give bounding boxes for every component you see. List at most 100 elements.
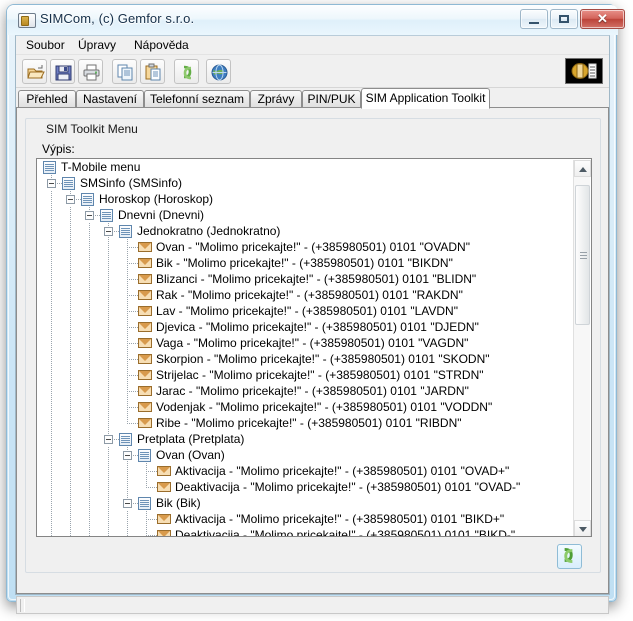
tree-guide-line [108, 351, 109, 367]
web-button[interactable] [206, 59, 231, 84]
tab-prehled[interactable]: Přehled [18, 90, 76, 108]
menu-node-icon [100, 209, 113, 222]
paste-icon [144, 63, 163, 82]
scroll-up-icon[interactable] [574, 160, 591, 177]
tree-row[interactable]: T-Mobile menu [37, 159, 575, 175]
save-button[interactable] [50, 59, 75, 84]
tree-guide-line [51, 463, 52, 479]
tree-row[interactable]: Jednokratno (Jednokratno) [37, 223, 575, 239]
sim-chip-icon [566, 59, 602, 83]
tree-row[interactable]: Vodenjak - "Molimo pricekajte!" - (+3859… [37, 399, 575, 415]
sms-envelope-icon [138, 306, 152, 316]
tree-expander-collapse-icon[interactable] [123, 499, 132, 508]
paste-button[interactable] [140, 59, 165, 84]
tree-row[interactable]: Pretplata (Pretplata) [37, 431, 575, 447]
sms-envelope-icon [157, 514, 171, 524]
tree-expander-collapse-icon[interactable] [123, 451, 132, 460]
tree-vertical-scrollbar[interactable] [573, 160, 590, 537]
tree-guide-line [127, 343, 138, 344]
tree-row-label: Lav - "Molimo pricekajte!" - (+385980501… [156, 303, 458, 319]
tree-guide-line [89, 447, 90, 463]
tree-guide-line [89, 287, 90, 303]
tree-guide-line [146, 479, 147, 487]
tree-guide-line [146, 487, 157, 488]
tree-guide-line [127, 479, 128, 495]
tree-guide-line [127, 423, 138, 424]
tree-guide-line [51, 479, 52, 495]
print-button[interactable] [78, 59, 103, 84]
tree-row[interactable]: SMSinfo (SMSinfo) [37, 175, 575, 191]
tree-row-label: Deaktivacija - "Molimo pricekajte!" - (+… [175, 479, 520, 495]
tree-guide-line [89, 223, 90, 239]
desktop-background: SIMCom, (c) Gemfor s.r.o. ✕ Soubor Úprav… [0, 0, 633, 621]
tree-guide-line [51, 447, 52, 463]
tree-row[interactable]: Horoskop (Horoskop) [37, 191, 575, 207]
tab-zpravy[interactable]: Zprávy [250, 90, 302, 108]
globe-icon [210, 63, 229, 82]
minimize-button[interactable] [520, 9, 548, 29]
tree-guide-line [70, 415, 71, 431]
tree-row[interactable]: Aktivacija - "Molimo pricekajte!" - (+38… [37, 511, 575, 527]
tree-row[interactable]: Lav - "Molimo pricekajte!" - (+385980501… [37, 303, 575, 319]
tree-guide-line [89, 527, 90, 536]
close-button[interactable]: ✕ [580, 9, 625, 29]
tree-row[interactable]: Bik (Bik) [37, 495, 575, 511]
tree-expander-collapse-icon[interactable] [85, 211, 94, 220]
tree-guide-line [127, 279, 138, 280]
tree-row-label: Horoskop (Horoskop) [99, 191, 213, 207]
tree-guide-line [70, 463, 71, 479]
tree-row[interactable]: Skorpion - "Molimo pricekajte!" - (+3859… [37, 351, 575, 367]
sms-envelope-icon [157, 530, 171, 536]
tree-guide-line [108, 335, 109, 351]
copy-button[interactable] [112, 59, 137, 84]
maximize-button[interactable] [550, 9, 578, 29]
tree-guide-line [51, 495, 52, 511]
tree-expander-collapse-icon[interactable] [47, 179, 56, 188]
tree-row[interactable]: Strijelac - "Molimo pricekajte!" - (+385… [37, 367, 575, 383]
tree-guide-line [127, 463, 128, 479]
tree-expander-collapse-icon[interactable] [66, 195, 75, 204]
tree-row[interactable]: Deaktivacija - "Molimo pricekajte!" - (+… [37, 527, 575, 536]
tree-guide-line [127, 311, 138, 312]
open-button[interactable] [22, 59, 47, 84]
tree-guide-line [51, 431, 52, 447]
tree-guide-line [70, 447, 71, 463]
tree-row[interactable]: Aktivacija - "Molimo pricekajte!" - (+38… [37, 463, 575, 479]
tab-strip: Přehled Nastavení Telefonní seznam Zpráv… [16, 88, 609, 108]
tree-row[interactable]: Ribe - "Molimo pricekajte!" - (+38598050… [37, 415, 575, 431]
scrollbar-thumb[interactable] [575, 185, 590, 325]
tab-pin-puk[interactable]: PIN/PUK [302, 90, 361, 108]
tree-row-label: Bik (Bik) [156, 495, 201, 511]
menu-upravy[interactable]: Úpravy [72, 38, 122, 53]
tab-nastaveni[interactable]: Nastavení [76, 90, 144, 108]
close-icon: ✕ [581, 10, 624, 28]
tree-row[interactable]: Jarac - "Molimo pricekajte!" - (+3859805… [37, 383, 575, 399]
refresh-button[interactable] [557, 544, 582, 569]
tree-row[interactable]: Blizanci - "Molimo pricekajte!" - (+3859… [37, 271, 575, 287]
tree-row[interactable]: Dnevni (Dnevni) [37, 207, 575, 223]
tree-row[interactable]: Deaktivacija - "Molimo pricekajte!" - (+… [37, 479, 575, 495]
sim-toolkit-tree[interactable]: T-Mobile menuSMSinfo (SMSinfo)Horoskop (… [37, 159, 575, 536]
tree-row[interactable]: Rak - "Molimo pricekajte!" - (+385980501… [37, 287, 575, 303]
sms-envelope-icon [157, 482, 171, 492]
tree-row[interactable]: Ovan - "Molimo pricekajte!" - (+38598050… [37, 239, 575, 255]
tree-guide-line [51, 527, 52, 536]
tree-guide-line [51, 287, 52, 303]
scroll-down-icon[interactable] [574, 520, 591, 537]
tree-guide-line [89, 511, 90, 527]
menu-node-icon [81, 193, 94, 206]
tree-row[interactable]: Ovan (Ovan) [37, 447, 575, 463]
menu-napoveda[interactable]: Nápověda [128, 38, 195, 53]
tree-guide-line [70, 319, 71, 335]
connect-button[interactable] [174, 59, 199, 84]
menu-soubor[interactable]: Soubor [20, 38, 71, 53]
tree-row[interactable]: Vaga - "Molimo pricekajte!" - (+38598050… [37, 335, 575, 351]
tree-guide-line [70, 207, 71, 223]
tree-expander-collapse-icon[interactable] [104, 435, 113, 444]
tab-sim-application-toolkit[interactable]: SIM Application Toolkit [361, 88, 490, 109]
tree-row[interactable]: Djevica - "Molimo pricekajte!" - (+38598… [37, 319, 575, 335]
tree-expander-collapse-icon[interactable] [104, 227, 113, 236]
tree-row[interactable]: Bik - "Molimo pricekajte!" - (+385980501… [37, 255, 575, 271]
tab-telefonni-seznam[interactable]: Telefonní seznam [144, 90, 250, 108]
title-bar[interactable]: SIMCom, (c) Gemfor s.r.o. ✕ [7, 5, 618, 35]
